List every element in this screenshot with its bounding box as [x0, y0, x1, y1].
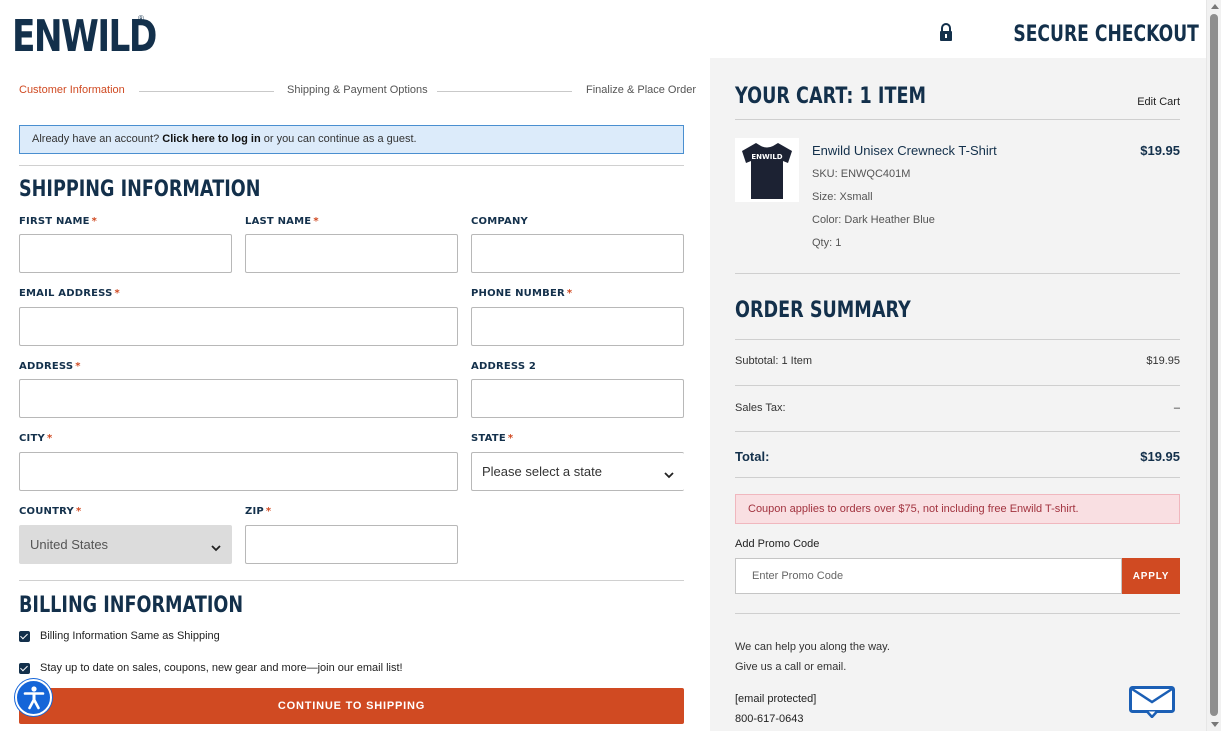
apply-promo-button[interactable]: APPLY	[1122, 558, 1180, 594]
step-finalize-order: Finalize & Place Order	[586, 84, 697, 96]
phone-field[interactable]	[471, 307, 684, 346]
page-scrollbar[interactable]	[1206, 0, 1221, 731]
subtotal-label: Subtotal: 1 Item	[735, 355, 813, 367]
first-name-field[interactable]	[19, 234, 232, 273]
sales-tax-row: Sales Tax: –	[735, 402, 1180, 414]
country-select-value: United States	[30, 537, 109, 552]
checkbox-checked[interactable]	[19, 662, 30, 674]
zip-label: ZIP *	[245, 506, 272, 517]
subtotal-value: $19.95	[1146, 355, 1180, 367]
product-sku: SKU: ENWQC401M	[812, 168, 911, 180]
continue-to-shipping-button[interactable]: CONTINUE TO SHIPPING	[19, 688, 684, 724]
last-name-label: LAST NAME *	[245, 216, 319, 227]
registered-mark: ®	[138, 14, 144, 23]
address2-label: ADDRESS 2	[471, 361, 537, 372]
address2-field[interactable]	[471, 379, 684, 418]
contact-phone[interactable]: 800-617-0643	[735, 713, 804, 725]
cart-title: YOUR CART: 1 ITEM	[735, 84, 927, 109]
total-value: $19.95	[1140, 449, 1180, 464]
first-name-label: FIRST NAME *	[19, 216, 98, 227]
product-thumbnail[interactable]: ENWILD	[735, 138, 799, 202]
checkout-steps: Customer Information Shipping & Payment …	[19, 84, 696, 100]
city-label: CITY *	[19, 433, 53, 444]
country-select[interactable]: United States	[19, 525, 232, 564]
divider	[19, 580, 684, 581]
product-color: Color: Dark Heather Blue	[812, 214, 935, 226]
address-field[interactable]	[19, 379, 458, 418]
lock-icon	[939, 23, 953, 46]
divider	[735, 119, 1180, 120]
coupon-notice: Coupon applies to orders over $75, not i…	[735, 494, 1180, 524]
zip-field[interactable]	[245, 525, 458, 564]
email-field[interactable]	[19, 307, 458, 346]
total-label: Total:	[735, 449, 770, 464]
email-label: EMAIL ADDRESS *	[19, 288, 120, 299]
login-link[interactable]: Click here to log in	[162, 133, 260, 145]
secure-checkout-label: SECURE CHECKOUT	[1013, 22, 1199, 47]
address-label: ADDRESS *	[19, 361, 81, 372]
logo-text: ENWILD	[12, 11, 157, 62]
billing-same-checkbox-row[interactable]: Billing Information Same as Shipping	[19, 630, 220, 642]
billing-same-label: Billing Information Same as Shipping	[40, 630, 220, 642]
secure-checkout: SECURE CHECKOUT	[939, 22, 1199, 47]
city-field[interactable]	[19, 452, 458, 491]
step-divider	[437, 91, 572, 92]
shipping-title: SHIPPING INFORMATION	[19, 177, 261, 202]
subtotal-row: Subtotal: 1 Item $19.95	[735, 355, 1180, 367]
chevron-down-icon	[211, 539, 221, 557]
chevron-down-icon	[664, 466, 674, 484]
chat-envelope-icon[interactable]	[1129, 686, 1175, 723]
product-price: $19.95	[1140, 143, 1180, 158]
sales-tax-value: –	[1173, 402, 1180, 414]
promo-code-label: Add Promo Code	[735, 538, 820, 550]
help-text-line1: We can help you along the way.	[735, 641, 890, 653]
divider	[735, 385, 1180, 386]
divider	[735, 273, 1180, 274]
edit-cart-link[interactable]: Edit Cart	[1137, 96, 1180, 108]
product-size: Size: Xsmall	[812, 191, 873, 203]
divider	[735, 477, 1180, 478]
billing-title: BILLING INFORMATION	[19, 593, 244, 618]
product-qty: Qty: 1	[812, 237, 842, 249]
divider	[735, 613, 1180, 614]
state-select-value: Please select a state	[482, 464, 602, 479]
scroll-down-arrow[interactable]	[1211, 722, 1219, 727]
company-field[interactable]	[471, 234, 684, 273]
accessibility-icon[interactable]	[15, 679, 52, 716]
scroll-up-arrow[interactable]	[1211, 4, 1219, 9]
step-divider	[139, 91, 274, 92]
total-row: Total: $19.95	[735, 449, 1180, 464]
contact-email[interactable]: [email protected]	[735, 693, 816, 705]
sales-tax-label: Sales Tax:	[735, 402, 786, 414]
login-notice: Already have an account? Click here to l…	[19, 125, 684, 154]
newsletter-checkbox-row[interactable]: Stay up to date on sales, coupons, new g…	[19, 662, 403, 674]
last-name-field[interactable]	[245, 234, 458, 273]
svg-text:ENWILD: ENWILD	[751, 153, 782, 161]
help-text-line2: Give us a call or email.	[735, 661, 847, 673]
notice-prefix: Already have an account?	[32, 133, 163, 145]
phone-label: PHONE NUMBER *	[471, 288, 573, 299]
product-name[interactable]: Enwild Unisex Crewneck T-Shirt	[812, 143, 997, 158]
scroll-thumb[interactable]	[1210, 14, 1218, 716]
divider	[735, 431, 1180, 432]
enwild-logo[interactable]: ENWILD ®	[12, 12, 196, 60]
country-label: COUNTRY *	[19, 506, 82, 517]
state-select[interactable]: Please select a state	[471, 452, 684, 491]
divider	[19, 165, 684, 166]
checkbox-checked[interactable]	[19, 630, 30, 642]
newsletter-label: Stay up to date on sales, coupons, new g…	[40, 662, 403, 674]
step-customer-information: Customer Information	[19, 84, 125, 96]
promo-code-input[interactable]: Enter Promo Code	[735, 558, 1122, 594]
step-shipping-payment: Shipping & Payment Options	[287, 84, 428, 96]
company-label: COMPANY	[471, 216, 528, 227]
state-label: STATE *	[471, 433, 514, 444]
order-summary-title: ORDER SUMMARY	[735, 298, 911, 323]
notice-suffix: or you can continue as a guest.	[260, 133, 417, 145]
divider	[735, 339, 1180, 340]
